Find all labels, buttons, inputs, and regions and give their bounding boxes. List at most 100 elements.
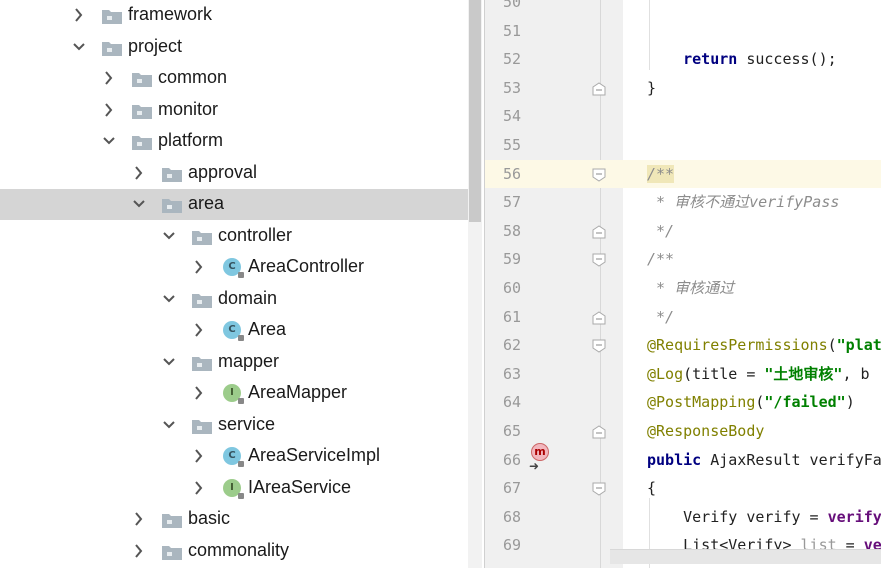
chevron-right-icon[interactable] xyxy=(102,70,116,86)
chevron-down-icon[interactable] xyxy=(162,417,176,433)
code-line[interactable]: */ xyxy=(647,217,674,245)
code-token: success(); xyxy=(737,50,837,69)
tree-scrollbar-thumb[interactable] xyxy=(469,0,481,222)
line-number: 53 xyxy=(502,78,521,97)
fold-end-icon[interactable] xyxy=(592,310,606,325)
chevron-right-icon[interactable] xyxy=(192,259,206,275)
tree-item-areamapper[interactable]: I AreaMapper xyxy=(0,378,468,409)
tree-item-platform[interactable]: platform xyxy=(0,126,468,157)
chevron-right-icon[interactable] xyxy=(192,322,206,338)
code-line[interactable]: return success(); xyxy=(647,45,837,73)
code-line[interactable]: } xyxy=(647,74,656,102)
chevron-down-icon[interactable] xyxy=(162,291,176,307)
chevron-down-icon[interactable] xyxy=(132,196,146,212)
code-line[interactable]: Verify verify = verify xyxy=(647,503,881,531)
tree-item-label: controller xyxy=(218,224,293,245)
tree-item-project[interactable]: project xyxy=(0,32,468,63)
tree-item-monitor[interactable]: monitor xyxy=(0,95,468,126)
tree-item-commonality[interactable]: commonality xyxy=(0,536,468,567)
project-tree-panel: framework project common monitor platform app… xyxy=(0,0,485,568)
editor-horizontal-scrollbar[interactable] xyxy=(610,549,881,564)
folder-icon xyxy=(102,9,122,24)
tree-item-basic[interactable]: basic xyxy=(0,504,468,535)
line-number: 65 xyxy=(502,422,521,440)
code-line[interactable]: @Log(title = "土地审核", b xyxy=(647,360,870,388)
java-interface-icon: I xyxy=(223,478,244,499)
line-number: 51 xyxy=(502,21,521,40)
code-line[interactable]: @RequiresPermissions("plat xyxy=(647,331,881,359)
tree-item-label: commonality xyxy=(188,539,290,560)
tree-item-label: area xyxy=(188,193,225,213)
tree-item-mapper[interactable]: mapper xyxy=(0,347,468,378)
folder-icon xyxy=(102,41,122,56)
chevron-right-icon[interactable] xyxy=(72,7,86,23)
tree-item-label: project xyxy=(128,35,183,56)
java-interface-icon: I xyxy=(223,384,244,404)
fold-collapse-icon[interactable] xyxy=(592,252,606,267)
indent-guide xyxy=(649,0,650,70)
tree-item-area[interactable]: area xyxy=(0,189,468,220)
current-line-highlight xyxy=(485,159,881,188)
fold-collapse-icon[interactable] xyxy=(592,481,606,496)
line-number: 68 xyxy=(502,507,521,526)
chevron-right-icon[interactable] xyxy=(132,165,146,181)
folder-icon xyxy=(192,230,212,245)
chevron-right-icon[interactable] xyxy=(132,511,146,527)
tree-item-controller[interactable]: controller xyxy=(0,221,468,252)
lock-icon xyxy=(238,461,244,467)
code-line[interactable]: * 审核通过 xyxy=(647,274,734,302)
fold-end-icon[interactable] xyxy=(592,224,606,239)
code-line[interactable]: * 审核不通过verifyPass xyxy=(647,188,839,216)
chevron-right-icon[interactable] xyxy=(102,102,116,118)
tree-item-framework[interactable]: framework xyxy=(0,0,468,31)
folder-icon xyxy=(162,513,182,528)
chevron-right-icon[interactable] xyxy=(192,385,206,401)
code-token: public xyxy=(647,450,702,469)
chevron-right-icon[interactable] xyxy=(192,448,206,464)
code-token: @RequiresPermissions xyxy=(647,336,828,355)
chevron-right-icon[interactable] xyxy=(192,480,206,496)
code-line[interactable]: /** xyxy=(647,245,674,273)
chevron-right-icon[interactable] xyxy=(132,543,146,559)
chevron-down-icon[interactable] xyxy=(162,354,176,370)
tree-item-iareaservice[interactable]: I IAreaService xyxy=(0,473,468,504)
code-line[interactable]: /** xyxy=(647,160,675,188)
tree-item-service[interactable]: service xyxy=(0,410,468,441)
tree-item-area[interactable]: C Area xyxy=(0,315,468,346)
folder-icon xyxy=(162,198,182,213)
tree-item-label: service xyxy=(218,413,276,434)
tree-vertical-scrollbar[interactable] xyxy=(468,0,482,568)
code-line[interactable]: @ResponseBody xyxy=(647,417,764,445)
fold-end-icon[interactable] xyxy=(592,424,606,439)
code-line[interactable]: */ xyxy=(647,303,674,331)
code-token: "/failed" xyxy=(764,393,846,412)
navigate-arrow-icon[interactable]: ➜ xyxy=(529,459,539,473)
tree-item-areaserviceimpl[interactable]: C AreaServiceImpl xyxy=(0,441,468,472)
line-number: 52 xyxy=(502,50,521,69)
lock-icon xyxy=(238,272,244,278)
chevron-down-icon[interactable] xyxy=(162,228,176,244)
java-class-icon: C xyxy=(223,321,244,341)
line-number: 50 xyxy=(502,0,521,11)
code-token: verify xyxy=(827,507,881,526)
tree-item-areacontroller[interactable]: C AreaController xyxy=(0,252,468,283)
java-class-icon: C xyxy=(223,447,244,467)
tree-item-common[interactable]: common xyxy=(0,63,468,94)
code-token: { xyxy=(647,479,657,498)
fold-end-icon[interactable] xyxy=(592,81,606,96)
tree-item-domain[interactable]: domain xyxy=(0,284,468,315)
fold-collapse-icon[interactable] xyxy=(592,338,606,353)
tree-item-label: AreaMapper xyxy=(248,382,348,402)
tree-item-label: mapper xyxy=(218,350,280,371)
code-token: } xyxy=(647,78,657,97)
chevron-down-icon[interactable] xyxy=(72,39,86,55)
chevron-down-icon[interactable] xyxy=(102,133,116,149)
code-token: @PostMapping xyxy=(647,393,756,412)
code-line[interactable]: public AjaxResult verifyFa xyxy=(647,446,881,474)
fold-collapse-icon[interactable] xyxy=(592,167,606,182)
code-line[interactable]: @PostMapping("/failed") xyxy=(647,388,855,416)
folder-icon xyxy=(132,104,152,119)
code-token: Verify verify = xyxy=(647,507,828,526)
code-token: @ResponseBody xyxy=(647,422,765,440)
tree-item-approval[interactable]: approval xyxy=(0,158,468,189)
